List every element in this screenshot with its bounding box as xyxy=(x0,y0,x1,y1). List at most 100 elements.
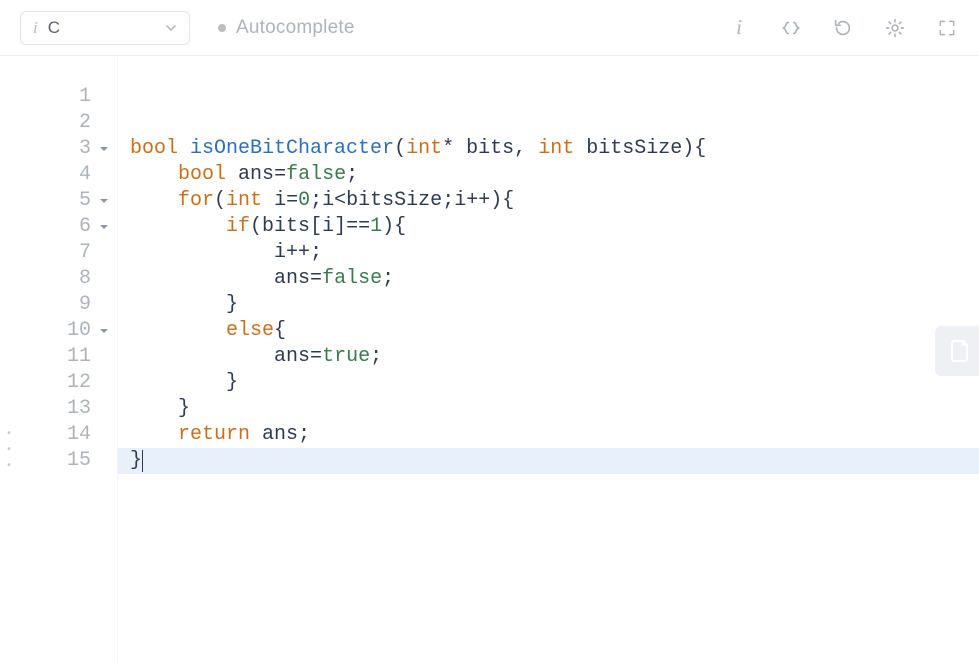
code-token: return xyxy=(178,423,250,446)
code-token xyxy=(526,137,538,160)
code-line[interactable]: ans=true; xyxy=(118,344,979,370)
line-number[interactable]: 6 xyxy=(18,214,117,240)
autocomplete-toggle[interactable]: Autocomplete xyxy=(218,17,355,39)
code-token: ) xyxy=(682,137,694,160)
code-token: bitsSize xyxy=(586,137,682,160)
code-token xyxy=(262,189,274,212)
fold-toggle-icon[interactable] xyxy=(99,318,109,344)
code-token xyxy=(130,215,226,238)
settings-button[interactable] xyxy=(883,16,907,40)
code-token: i xyxy=(322,215,334,238)
line-number[interactable]: 13 xyxy=(18,396,117,422)
code-token xyxy=(130,423,178,446)
code-line[interactable]: ans=false; xyxy=(118,266,979,292)
code-token: int xyxy=(406,137,442,160)
code-token: [ xyxy=(310,215,322,238)
code-token: < xyxy=(334,189,346,212)
code-token: true xyxy=(322,345,370,368)
code-token xyxy=(130,345,274,368)
braces-button[interactable] xyxy=(779,16,803,40)
fold-toggle-icon[interactable] xyxy=(99,136,109,162)
line-number[interactable]: 1 xyxy=(18,84,117,110)
code-token: bool xyxy=(178,163,226,186)
line-number[interactable]: 4 xyxy=(18,162,117,188)
code-token: ( xyxy=(250,215,262,238)
line-number[interactable]: 11 xyxy=(18,344,117,370)
code-line[interactable]: return ans; xyxy=(118,422,979,448)
language-selector[interactable]: i C xyxy=(20,11,190,45)
line-number[interactable]: 8 xyxy=(18,266,117,292)
code-line[interactable]: } xyxy=(118,448,979,474)
code-area[interactable]: bool isOneBitCharacter(int* bits, int bi… xyxy=(118,56,979,663)
code-token: ans xyxy=(274,267,310,290)
fold-toggle-icon[interactable] xyxy=(99,214,109,240)
code-token: ( xyxy=(214,189,226,212)
line-number[interactable]: 5 xyxy=(18,188,117,214)
breakpoint-rail[interactable]: • • • xyxy=(0,56,18,663)
code-token: i xyxy=(322,189,334,212)
code-token xyxy=(130,163,178,186)
code-token: 0 xyxy=(298,189,310,212)
code-token: { xyxy=(274,319,286,342)
code-token: if xyxy=(226,215,250,238)
code-token xyxy=(130,319,226,342)
code-line[interactable]: else{ xyxy=(118,318,979,344)
line-number[interactable]: 14 xyxy=(18,422,117,448)
line-number[interactable]: 9 xyxy=(18,292,117,318)
code-token xyxy=(226,163,238,186)
code-token: ; xyxy=(382,267,394,290)
rail-dot-icon: • xyxy=(7,428,11,440)
code-token: ( xyxy=(394,137,406,160)
line-number[interactable]: 15 xyxy=(18,448,117,474)
line-number[interactable]: 12 xyxy=(18,370,117,396)
code-token: ; xyxy=(346,163,358,186)
code-line[interactable] xyxy=(118,110,979,136)
code-token: = xyxy=(310,345,322,368)
line-number[interactable]: 7 xyxy=(18,240,117,266)
code-token: { xyxy=(502,189,514,212)
code-token: ; xyxy=(298,423,310,446)
code-line[interactable]: if(bits[i]==1){ xyxy=(118,214,979,240)
code-line[interactable]: } xyxy=(118,370,979,396)
fold-toggle-icon[interactable] xyxy=(99,188,109,214)
code-token: isOneBitCharacter xyxy=(190,137,394,160)
code-line[interactable]: } xyxy=(118,396,979,422)
line-number[interactable]: 3 xyxy=(18,136,117,162)
code-token: ans xyxy=(262,423,298,446)
code-line[interactable]: bool isOneBitCharacter(int* bits, int bi… xyxy=(118,136,979,162)
code-line[interactable]: } xyxy=(118,292,979,318)
code-token: = xyxy=(310,267,322,290)
code-token: = xyxy=(274,163,286,186)
code-token: ++ xyxy=(286,241,310,264)
code-token: ) xyxy=(382,215,394,238)
info-button[interactable]: i xyxy=(727,16,751,40)
language-label: C xyxy=(48,19,60,36)
rail-dot-icon: • xyxy=(7,460,11,472)
code-token xyxy=(250,423,262,446)
code-token: int xyxy=(226,189,262,212)
code-token: = xyxy=(286,189,298,212)
code-token xyxy=(130,189,178,212)
info-icon: i xyxy=(33,19,38,36)
code-token: bool xyxy=(130,137,178,160)
autocomplete-label: Autocomplete xyxy=(236,17,355,39)
code-token: i xyxy=(274,241,286,264)
code-token: ; xyxy=(310,241,322,264)
line-number[interactable]: 2 xyxy=(18,110,117,136)
code-token: } xyxy=(178,397,190,420)
code-token: false xyxy=(322,267,382,290)
fullscreen-button[interactable] xyxy=(935,16,959,40)
code-token: ; xyxy=(442,189,454,212)
code-line[interactable]: for(int i=0;i<bitsSize;i++){ xyxy=(118,188,979,214)
reset-button[interactable] xyxy=(831,16,855,40)
code-line[interactable]: i++; xyxy=(118,240,979,266)
code-token: int xyxy=(538,137,574,160)
line-number[interactable]: 10 xyxy=(18,318,117,344)
code-token: i xyxy=(274,189,286,212)
code-line[interactable]: bool ans=false; xyxy=(118,162,979,188)
line-gutter[interactable]: 123456789101112131415 xyxy=(18,56,118,663)
code-token xyxy=(178,137,190,160)
code-line[interactable] xyxy=(118,84,979,110)
code-token: } xyxy=(226,293,238,316)
code-token xyxy=(130,293,226,316)
